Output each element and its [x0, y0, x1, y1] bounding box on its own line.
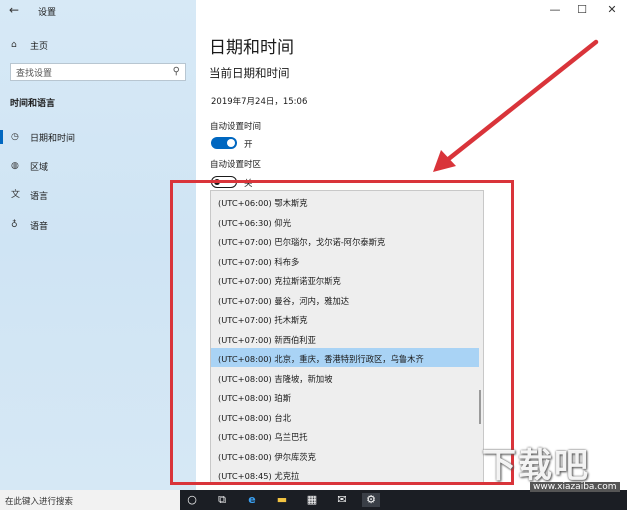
taskbar-search-placeholder: 在此键入进行搜索	[5, 497, 74, 507]
watermark-logo: 下载吧	[482, 446, 590, 486]
settings-app-icon[interactable]: ⚙	[362, 493, 380, 507]
file-explorer-icon[interactable]: ▬	[273, 493, 291, 507]
store-icon[interactable]: ▦	[303, 493, 321, 507]
edge-browser-icon[interactable]: e	[243, 493, 261, 507]
cortana-icon[interactable]: ○	[183, 493, 201, 507]
taskbar-search-input[interactable]: 在此键入进行搜索	[0, 490, 180, 510]
watermark-url: www.xiazaiba.com	[530, 482, 620, 492]
mail-icon[interactable]: ✉	[333, 493, 351, 507]
annotation-arrow-icon	[433, 39, 599, 172]
task-view-icon[interactable]: ⧉	[213, 493, 231, 507]
site-watermark: 下载吧 www.xiazaiba.com	[476, 438, 622, 500]
